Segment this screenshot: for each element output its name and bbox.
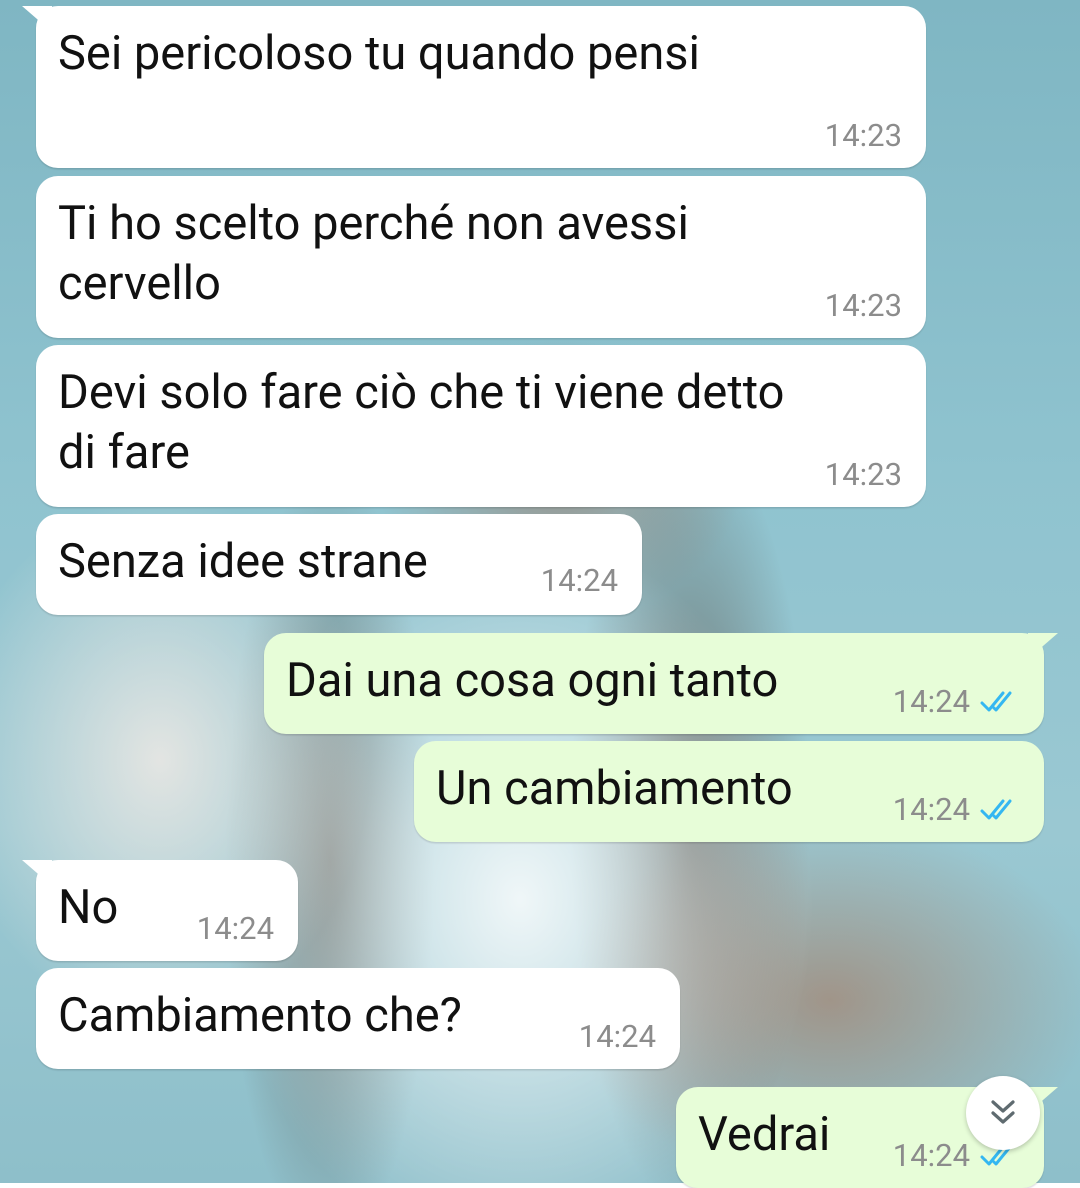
message-time: 14:24 (196, 910, 274, 947)
message-time: 14:24 (892, 1137, 970, 1174)
bubble-tail-icon (22, 860, 52, 886)
message-bubble-incoming[interactable]: Cambiamento che? 14:24 (36, 968, 680, 1069)
double-chevron-down-icon (991, 1100, 1015, 1124)
message-time: 14:23 (824, 456, 902, 493)
message-time: 14:23 (824, 117, 902, 154)
message-text: Dai una cosa ogni tanto (286, 653, 779, 708)
bubble-tail-icon (22, 6, 52, 32)
message-text: Senza idee strane (58, 534, 428, 589)
message-time: 14:24 (578, 1018, 656, 1055)
message-text: Sei pericoloso tu quando pensi (58, 26, 700, 81)
message-bubble-outgoing[interactable]: Un cambiamento 14:24 (414, 741, 1044, 842)
message-bubble-incoming[interactable]: Senza idee strane 14:24 (36, 514, 642, 615)
message-bubble-incoming[interactable]: Sei pericoloso tu quando pensi 14:23 (22, 6, 926, 168)
message-text: Ti ho scelto perché non avessi cervello (58, 196, 689, 311)
double-check-read-icon (980, 691, 1012, 712)
message-meta: 14:24 (541, 563, 618, 599)
message-meta: 14:23 (825, 288, 902, 324)
message-time: 14:24 (892, 683, 970, 720)
message-text: Vedrai (698, 1107, 831, 1162)
message-meta: 14:24 (197, 911, 274, 947)
message-meta: 14:23 (825, 118, 902, 154)
message-meta: 14:24 (893, 792, 1020, 828)
message-meta: 14:24 (579, 1019, 656, 1055)
message-bubble-incoming[interactable]: No 14:24 (22, 860, 298, 961)
message-time: 14:23 (824, 287, 902, 324)
message-bubble-outgoing[interactable]: Dai una cosa ogni tanto 14:24 (264, 633, 1058, 734)
message-bubble-incoming[interactable]: Ti ho scelto perché non avessi cervello … (36, 176, 926, 338)
message-list[interactable]: Sei pericoloso tu quando pensi 14:23 Ti … (0, 0, 1080, 1188)
message-bubble-incoming[interactable]: Devi solo fare ciò che ti viene detto di… (36, 345, 926, 507)
message-text: No (58, 880, 119, 935)
scroll-to-bottom-button[interactable] (966, 1076, 1040, 1150)
message-meta: 14:24 (893, 684, 1020, 720)
double-check-read-icon (980, 799, 1012, 820)
message-meta: 14:23 (825, 457, 902, 493)
message-text: Un cambiamento (436, 761, 793, 816)
bubble-tail-icon (1028, 633, 1058, 659)
message-text: Devi solo fare ciò che ti viene detto di… (58, 365, 785, 480)
message-time: 14:24 (540, 562, 618, 599)
message-text: Cambiamento che? (58, 988, 462, 1043)
message-time: 14:24 (892, 791, 970, 828)
